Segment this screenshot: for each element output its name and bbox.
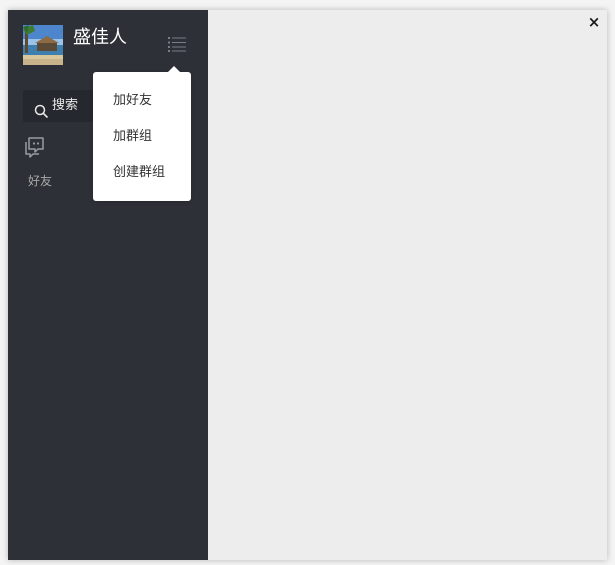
- search-label: 搜索: [52, 98, 79, 113]
- menu-item-add-group[interactable]: 加群组: [113, 128, 152, 146]
- avatar-image: [23, 25, 63, 65]
- main-content: ×: [208, 10, 607, 560]
- menu-item-create-group[interactable]: 创建群组: [113, 164, 165, 182]
- search-icon: [34, 99, 48, 118]
- search-box[interactable]: 搜索: [23, 90, 93, 122]
- sidebar: 盛佳人 搜索 好友 加好友 加群组 创建群组: [8, 10, 208, 560]
- nav-friends-label[interactable]: 好友: [28, 173, 52, 189]
- chat-bubble-icon[interactable]: [23, 136, 45, 158]
- avatar[interactable]: [23, 25, 63, 65]
- chat-window: 盛佳人 搜索 好友 加好友 加群组 创建群组 ×: [8, 10, 607, 560]
- add-menu-dropdown: 加好友 加群组 创建群组: [93, 66, 191, 201]
- dropdown-arrow: [168, 66, 180, 72]
- list-menu-icon[interactable]: [168, 36, 186, 52]
- user-name: 盛佳人: [73, 27, 127, 48]
- menu-item-add-friend[interactable]: 加好友: [113, 92, 152, 110]
- close-icon[interactable]: ×: [586, 14, 602, 30]
